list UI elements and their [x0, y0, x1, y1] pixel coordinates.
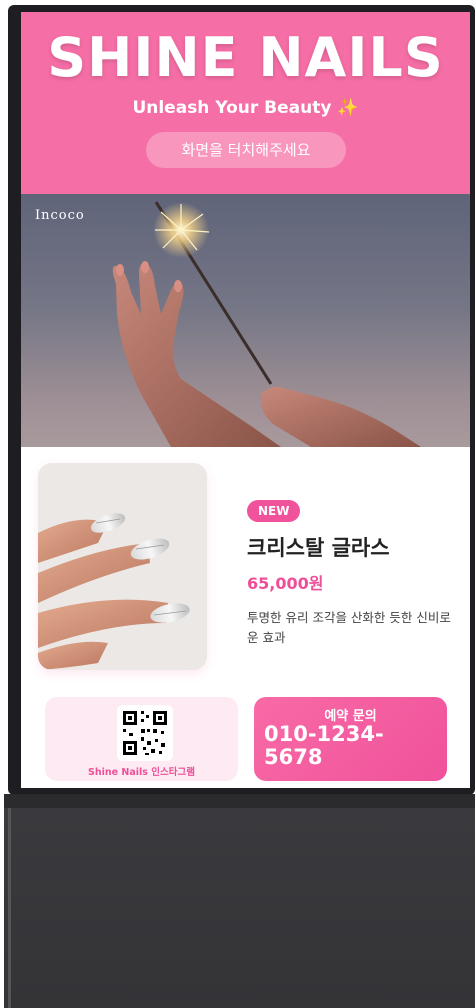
- hero-brand-label: Incoco: [35, 208, 85, 223]
- reservation-contact-card[interactable]: 예약 문의 010-1234-5678: [254, 697, 447, 781]
- product-description: 투명한 유리 조각을 산화한 듯한 신비로운 효과: [247, 610, 451, 645]
- product-name: 크리스탈 글라스: [247, 536, 390, 560]
- tagline-text: Unleash Your Beauty: [132, 98, 332, 118]
- hero-image[interactable]: Incoco: [21, 194, 470, 447]
- product-price: 65,000원: [247, 574, 324, 593]
- qr-label: Shine Nails 인스타그램: [88, 767, 195, 778]
- header-banner: SHINE NAILS Unleash Your Beauty ✨ 화면을 터치…: [21, 12, 470, 194]
- tagline: Unleash Your Beauty ✨: [21, 98, 470, 118]
- product-image[interactable]: [38, 463, 207, 670]
- brand-title: SHINE NAILS: [47, 26, 444, 89]
- sparkle-icon: ✨: [337, 98, 359, 118]
- qr-code-icon: [117, 705, 173, 761]
- sparkler-hands-illustration: [112, 201, 421, 447]
- touch-screen-button[interactable]: 화면을 터치해주세요: [146, 132, 346, 168]
- nails-illustration: [38, 463, 207, 670]
- kiosk-base: [4, 794, 475, 1008]
- product-info: NEW 크리스탈 글라스 65,000원 투명한 유리 조각을 산화한 듯한 신…: [247, 500, 457, 648]
- kiosk-screen[interactable]: SHINE NAILS Unleash Your Beauty ✨ 화면을 터치…: [21, 12, 470, 788]
- contact-phone[interactable]: 010-1234-5678: [264, 723, 442, 769]
- instagram-qr-card[interactable]: Shine Nails 인스타그램: [45, 697, 238, 781]
- new-badge: NEW: [247, 500, 301, 522]
